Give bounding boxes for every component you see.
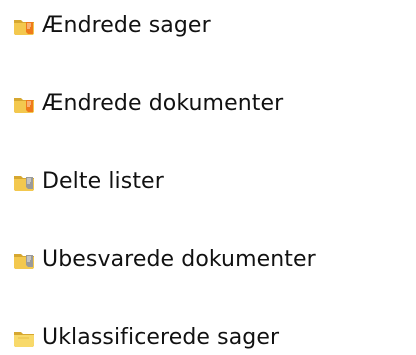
folder-label: Ændrede dokumenter [42,91,284,116]
folder-label: Delte lister [42,169,164,194]
folder-item-delte-lister[interactable]: Delte lister [12,165,164,199]
folder-list: Ændrede sager Ændrede dokumenter Delte l… [0,0,416,354]
folder-label: Ændrede sager [42,13,211,38]
folder-changed-icon [12,14,36,38]
folder-label: Ubesvarede dokumenter [42,247,316,272]
folder-item-ubesvarede-dokumenter[interactable]: Ubesvarede dokumenter [12,243,316,277]
folder-shared-icon [12,170,36,194]
folder-label: Uklassificerede sager [42,325,280,350]
folder-shared-icon [12,248,36,272]
folder-changed-icon [12,92,36,116]
folder-item-aendrede-sager[interactable]: Ændrede sager [12,9,211,43]
folder-plain-icon [12,326,36,350]
folder-item-aendrede-dokumenter[interactable]: Ændrede dokumenter [12,87,283,121]
folder-item-uklassificerede-sager[interactable]: Uklassificerede sager [12,321,279,355]
